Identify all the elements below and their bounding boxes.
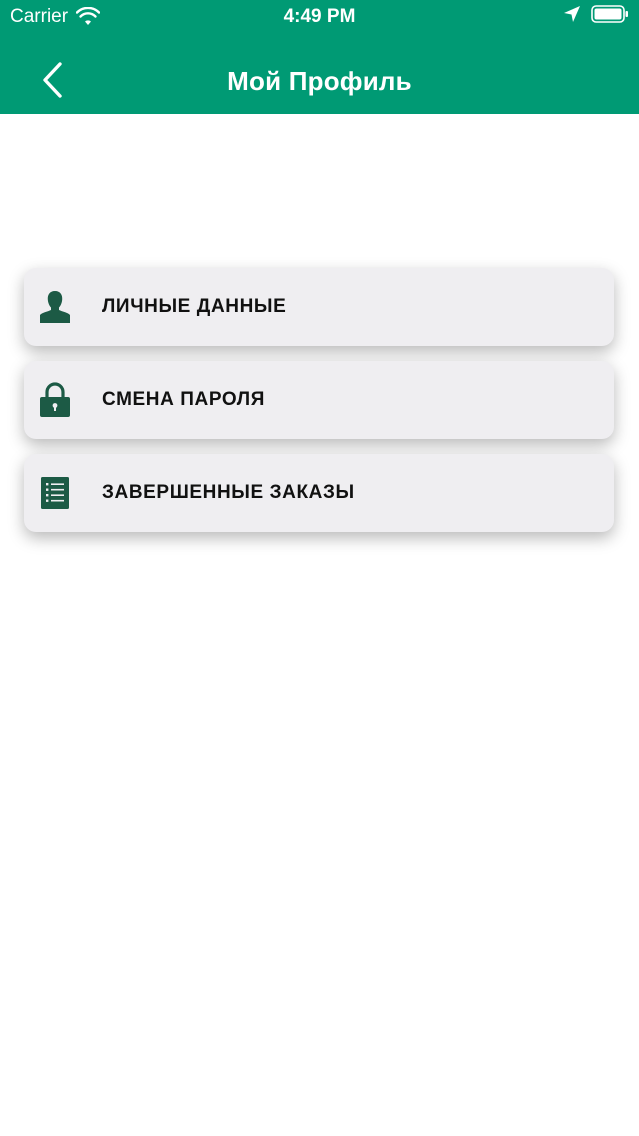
menu-item-label: ЗАВЕРШЕННЫЕ ЗАКАЗЫ — [102, 482, 355, 503]
menu-item-personal-data[interactable]: ЛИЧНЫЕ ДАННЫЕ — [24, 268, 614, 346]
profile-menu: ЛИЧНЫЕ ДАННЫЕ СМЕНА ПАРОЛЯ ЗАВЕРШЕННЫЕ З… — [24, 268, 614, 547]
user-silhouette-icon — [38, 289, 72, 325]
battery-icon — [591, 5, 628, 23]
menu-item-change-password[interactable]: СМЕНА ПАРОЛЯ — [24, 361, 614, 439]
navigation-bar: Мой Профиль — [0, 44, 639, 114]
app-header: Carrier 4:49 PM Мой Профиль — [0, 0, 639, 114]
list-document-icon — [38, 475, 72, 511]
menu-item-label: ЛИЧНЫЕ ДАННЫЕ — [102, 296, 287, 317]
menu-item-label: СМЕНА ПАРОЛЯ — [102, 389, 265, 410]
status-bar: Carrier 4:49 PM — [0, 0, 639, 36]
padlock-icon — [38, 382, 72, 418]
menu-item-completed-orders[interactable]: ЗАВЕРШЕННЫЕ ЗАКАЗЫ — [24, 454, 614, 532]
status-right-icons — [563, 5, 629, 23]
location-arrow-icon — [564, 6, 580, 22]
status-time: 4:49 PM — [283, 6, 356, 27]
page-title: Мой Профиль — [227, 66, 412, 96]
